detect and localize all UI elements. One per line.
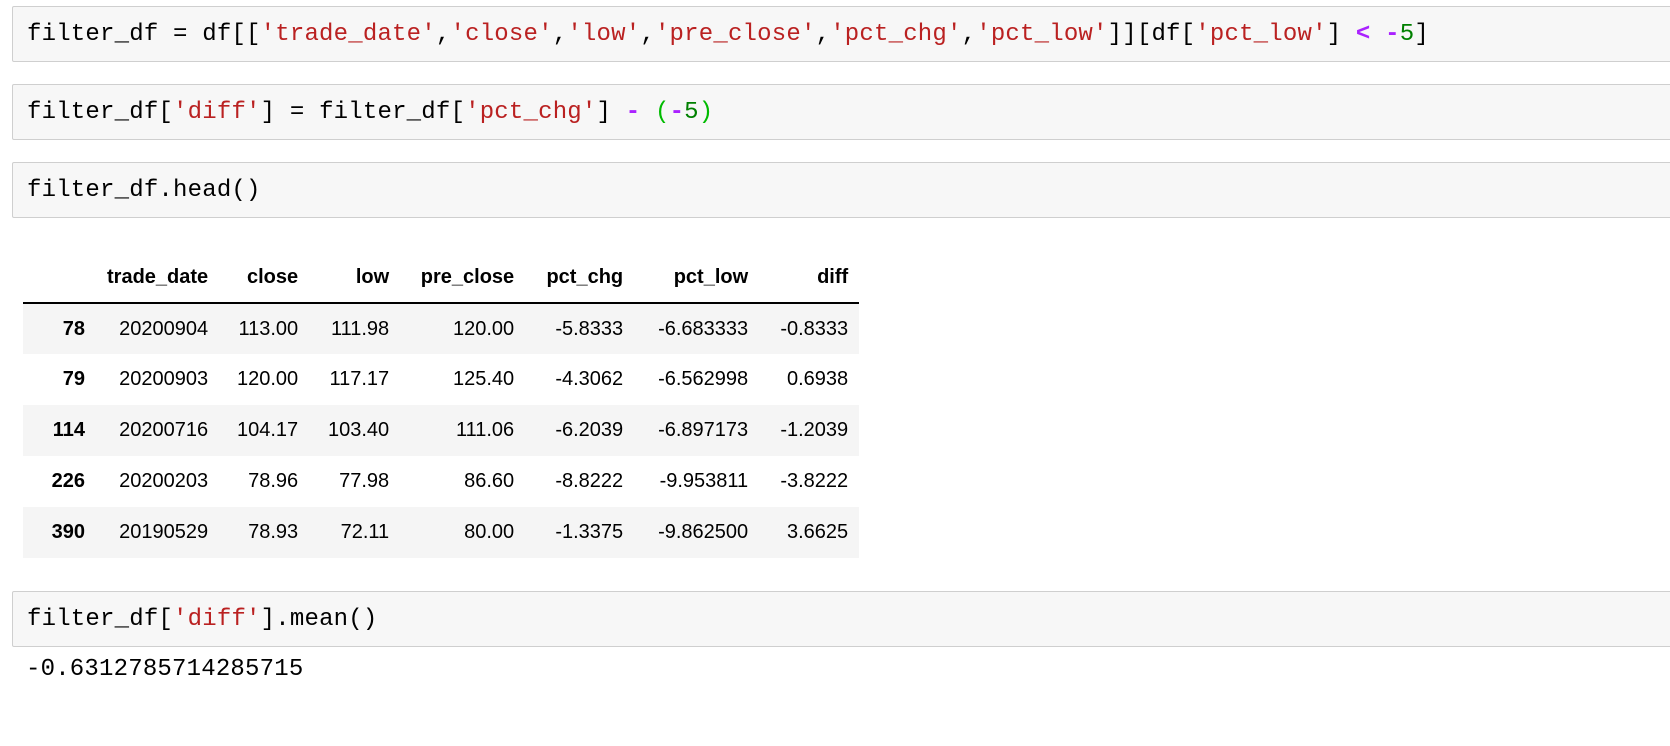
code-text: , <box>435 20 451 48</box>
table-cell: 0.6938 <box>786 368 849 390</box>
table-cell: -3.8222 <box>780 470 849 492</box>
code-operator: < <box>1355 20 1371 48</box>
code-paren: ( <box>654 98 670 126</box>
table-header-row: trade_date close low pre_close pct_chg p… <box>23 252 860 304</box>
code-text: filter_df[ <box>27 605 174 633</box>
column-header: pct_chg <box>525 252 635 304</box>
table-row: 79 20200903 120.00 117.17 125.40 -4.3062… <box>23 354 859 405</box>
code-string: 'pct_chg' <box>830 20 962 48</box>
code-cell-head[interactable]: filter_df.head() <box>12 162 1670 218</box>
table-cell: -1.2039 <box>780 419 849 441</box>
row-index: 226 <box>51 470 85 492</box>
table-cell: -0.8333 <box>780 317 849 340</box>
table-cell: -4.3062 <box>555 368 624 390</box>
column-header: trade_date <box>96 252 220 304</box>
table-cell: -6.2039 <box>555 419 624 441</box>
row-index: 79 <box>62 368 85 390</box>
code-string: 'pre_close' <box>654 20 816 48</box>
table-cell: 3.6625 <box>786 521 849 543</box>
code-text: , <box>961 20 977 48</box>
column-header: pre_close <box>400 252 526 304</box>
code-paren: ) <box>698 98 714 126</box>
code-text: ] <box>1326 20 1356 48</box>
code-text: ] = filter_df[ <box>260 98 466 126</box>
code-string: 'close' <box>450 20 553 48</box>
table-cell: 72.11 <box>340 521 390 543</box>
code-text: ].mean() <box>260 605 378 633</box>
table-row: 226 20200203 78.96 77.98 86.60 -8.8222 -… <box>23 456 859 507</box>
code-operator: - <box>1385 20 1400 48</box>
table-cell: 125.40 <box>452 368 515 390</box>
code-string: 'pct_low' <box>976 20 1108 48</box>
code-text: ]][df[ <box>1107 20 1196 48</box>
code-text: , <box>815 20 831 48</box>
table-cell: 86.60 <box>464 470 515 492</box>
table-cell: 77.98 <box>339 470 390 492</box>
code-text: , <box>640 20 655 48</box>
table-cell: 20200904 <box>119 317 209 340</box>
table-cell: 20200716 <box>119 419 209 441</box>
dataframe-output-table: trade_date close low pre_close pct_chg p… <box>23 252 860 558</box>
table-cell: 120.00 <box>236 368 299 390</box>
code-operator: - <box>669 98 685 126</box>
code-string: 'low' <box>567 20 641 48</box>
table-cell: 113.00 <box>238 317 299 340</box>
code-string: 'diff' <box>173 605 261 633</box>
column-header: close <box>219 252 310 304</box>
row-index: 78 <box>62 317 85 340</box>
table-row: 78 20200904 113.00 111.98 120.00 -5.8333… <box>23 303 860 354</box>
table-cell: 20200903 <box>119 368 209 390</box>
row-index: 390 <box>51 521 85 543</box>
table-cell: -8.8222 <box>555 470 624 492</box>
code-number: 5 <box>684 98 699 126</box>
table-cell: 120.00 <box>452 317 515 340</box>
table-cell: 111.06 <box>455 419 515 441</box>
code-text: filter_df = df[[ <box>27 20 261 48</box>
code-text: ] <box>596 98 626 126</box>
table-cell: 103.40 <box>327 419 390 441</box>
column-header: diff <box>759 252 860 304</box>
row-index: 114 <box>52 419 85 441</box>
table-row: 390 20190529 78.93 72.11 80.00 -1.3375 -… <box>23 507 860 558</box>
code-string: 'diff' <box>173 98 261 126</box>
column-header: low <box>309 252 401 304</box>
table-cell: -6.897173 <box>658 419 749 441</box>
code-string: 'pct_low' <box>1195 20 1327 48</box>
table-row: 114 20200716 104.17 103.40 111.06 -6.203… <box>23 405 860 456</box>
code-text: ] <box>1414 20 1429 48</box>
table-cell: 78.96 <box>248 470 299 492</box>
table-cell: 117.17 <box>329 368 390 390</box>
table-cell: -5.8333 <box>555 317 624 340</box>
code-string: 'trade_date' <box>260 20 436 48</box>
table-cell: -9.862500 <box>658 521 749 543</box>
code-text: filter_df[ <box>27 98 174 126</box>
table-cell: -9.953811 <box>659 470 749 492</box>
code-number: 5 <box>1399 20 1415 48</box>
table-cell: -1.3375 <box>555 521 624 543</box>
table-cell: -6.683333 <box>658 317 749 340</box>
code-cell-mean[interactable]: filter_df['diff'].mean() <box>12 591 1670 647</box>
code-cell-diff-assign[interactable]: filter_df['diff'] = filter_df['pct_chg']… <box>12 84 1670 140</box>
code-text: , <box>552 20 568 48</box>
table-cell: 20190529 <box>119 521 209 543</box>
code-text: filter_df.head() <box>27 176 261 204</box>
code-string: 'pct_chg' <box>465 98 597 126</box>
index-header <box>23 252 96 304</box>
table-cell: 20200203 <box>119 470 209 492</box>
table-cell: -6.562998 <box>658 368 749 390</box>
table-cell: 78.93 <box>248 521 299 543</box>
table-cell: 80.00 <box>464 521 515 543</box>
mean-output: -0.6312785714285715 <box>26 656 304 683</box>
code-cell-filter[interactable]: filter_df = df[['trade_date','close','lo… <box>12 6 1670 62</box>
code-operator: - <box>625 98 641 126</box>
table-cell: 111.98 <box>330 317 390 340</box>
table-cell: 104.17 <box>236 419 299 441</box>
column-header: pct_low <box>634 252 760 304</box>
